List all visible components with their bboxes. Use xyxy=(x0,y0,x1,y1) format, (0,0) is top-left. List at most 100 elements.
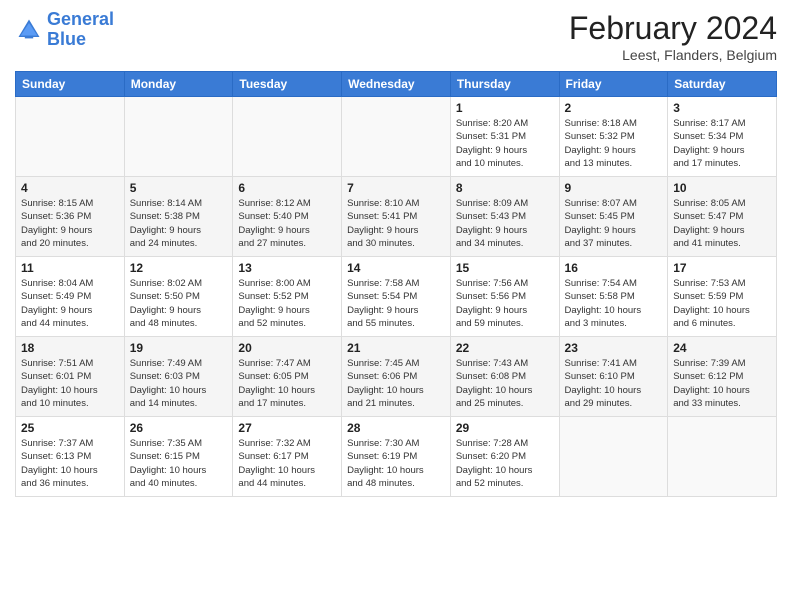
calendar-cell: 11 Sunrise: 8:04 AM Sunset: 5:49 PM Dayli… xyxy=(16,257,125,337)
calendar-header-sunday: Sunday xyxy=(16,72,125,97)
day-info: Sunrise: 7:30 AM Sunset: 6:19 PM Dayligh… xyxy=(347,437,445,490)
calendar-week-row: 18 Sunrise: 7:51 AM Sunset: 6:01 PM Dayli… xyxy=(16,337,777,417)
day-number: 14 xyxy=(347,261,445,275)
calendar-header-wednesday: Wednesday xyxy=(342,72,451,97)
day-number: 12 xyxy=(130,261,228,275)
calendar-cell: 17 Sunrise: 7:53 AM Sunset: 5:59 PM Dayli… xyxy=(668,257,777,337)
day-info: Sunrise: 8:14 AM Sunset: 5:38 PM Dayligh… xyxy=(130,197,228,250)
day-info: Sunrise: 8:17 AM Sunset: 5:34 PM Dayligh… xyxy=(673,117,771,170)
calendar-week-row: 4 Sunrise: 8:15 AM Sunset: 5:36 PM Daylig… xyxy=(16,177,777,257)
calendar-week-row: 25 Sunrise: 7:37 AM Sunset: 6:13 PM Dayli… xyxy=(16,417,777,497)
day-info: Sunrise: 7:47 AM Sunset: 6:05 PM Dayligh… xyxy=(238,357,336,410)
calendar-table: SundayMondayTuesdayWednesdayThursdayFrid… xyxy=(15,71,777,497)
calendar-cell: 5 Sunrise: 8:14 AM Sunset: 5:38 PM Daylig… xyxy=(124,177,233,257)
logo-text: General Blue xyxy=(47,10,114,50)
day-info: Sunrise: 7:41 AM Sunset: 6:10 PM Dayligh… xyxy=(565,357,663,410)
logo: General Blue xyxy=(15,10,114,50)
calendar-header-thursday: Thursday xyxy=(450,72,559,97)
calendar-cell: 7 Sunrise: 8:10 AM Sunset: 5:41 PM Daylig… xyxy=(342,177,451,257)
day-info: Sunrise: 7:56 AM Sunset: 5:56 PM Dayligh… xyxy=(456,277,554,330)
calendar-cell: 21 Sunrise: 7:45 AM Sunset: 6:06 PM Dayli… xyxy=(342,337,451,417)
calendar-cell: 3 Sunrise: 8:17 AM Sunset: 5:34 PM Daylig… xyxy=(668,97,777,177)
day-number: 6 xyxy=(238,181,336,195)
day-number: 26 xyxy=(130,421,228,435)
calendar-cell xyxy=(559,417,668,497)
calendar-cell: 27 Sunrise: 7:32 AM Sunset: 6:17 PM Dayli… xyxy=(233,417,342,497)
day-number: 16 xyxy=(565,261,663,275)
day-number: 23 xyxy=(565,341,663,355)
day-number: 22 xyxy=(456,341,554,355)
calendar-header-saturday: Saturday xyxy=(668,72,777,97)
calendar-cell: 18 Sunrise: 7:51 AM Sunset: 6:01 PM Dayli… xyxy=(16,337,125,417)
day-info: Sunrise: 7:28 AM Sunset: 6:20 PM Dayligh… xyxy=(456,437,554,490)
calendar-cell xyxy=(342,97,451,177)
calendar-header-row: SundayMondayTuesdayWednesdayThursdayFrid… xyxy=(16,72,777,97)
day-info: Sunrise: 8:18 AM Sunset: 5:32 PM Dayligh… xyxy=(565,117,663,170)
calendar-cell: 12Sunrise: 8:02 AM Sunset: 5:50 PM Dayli… xyxy=(124,257,233,337)
calendar-cell: 29 Sunrise: 7:28 AM Sunset: 6:20 PM Dayli… xyxy=(450,417,559,497)
day-number: 25 xyxy=(21,421,119,435)
calendar-header-friday: Friday xyxy=(559,72,668,97)
day-info: Sunrise: 8:09 AM Sunset: 5:43 PM Dayligh… xyxy=(456,197,554,250)
logo-general: General xyxy=(47,9,114,29)
day-number: 10 xyxy=(673,181,771,195)
day-number: 19 xyxy=(130,341,228,355)
day-number: 3 xyxy=(673,101,771,115)
day-number: 21 xyxy=(347,341,445,355)
page: General Blue February 2024 Leest, Flande… xyxy=(0,0,792,612)
calendar-cell: 14Sunrise: 7:58 AM Sunset: 5:54 PM Dayli… xyxy=(342,257,451,337)
day-number: 2 xyxy=(565,101,663,115)
calendar-cell xyxy=(233,97,342,177)
calendar-cell xyxy=(16,97,125,177)
day-number: 15 xyxy=(456,261,554,275)
calendar-cell: 2 Sunrise: 8:18 AM Sunset: 5:32 PM Daylig… xyxy=(559,97,668,177)
day-number: 24 xyxy=(673,341,771,355)
day-info: Sunrise: 8:00 AM Sunset: 5:52 PM Dayligh… xyxy=(238,277,336,330)
day-number: 17 xyxy=(673,261,771,275)
day-number: 29 xyxy=(456,421,554,435)
day-number: 5 xyxy=(130,181,228,195)
day-info: Sunrise: 8:05 AM Sunset: 5:47 PM Dayligh… xyxy=(673,197,771,250)
day-number: 7 xyxy=(347,181,445,195)
day-info: Sunrise: 7:37 AM Sunset: 6:13 PM Dayligh… xyxy=(21,437,119,490)
day-info: Sunrise: 8:12 AM Sunset: 5:40 PM Dayligh… xyxy=(238,197,336,250)
calendar-cell: 15 Sunrise: 7:56 AM Sunset: 5:56 PM Dayli… xyxy=(450,257,559,337)
day-info: Sunrise: 7:45 AM Sunset: 6:06 PM Dayligh… xyxy=(347,357,445,410)
day-number: 1 xyxy=(456,101,554,115)
calendar-cell: 8Sunrise: 8:09 AM Sunset: 5:43 PM Daylig… xyxy=(450,177,559,257)
day-number: 4 xyxy=(21,181,119,195)
calendar-cell: 19 Sunrise: 7:49 AM Sunset: 6:03 PM Dayli… xyxy=(124,337,233,417)
calendar-cell: 25 Sunrise: 7:37 AM Sunset: 6:13 PM Dayli… xyxy=(16,417,125,497)
day-number: 18 xyxy=(21,341,119,355)
calendar-cell: 16Sunrise: 7:54 AM Sunset: 5:58 PM Dayli… xyxy=(559,257,668,337)
title-block: February 2024 Leest, Flanders, Belgium xyxy=(569,10,777,63)
day-info: Sunrise: 7:32 AM Sunset: 6:17 PM Dayligh… xyxy=(238,437,336,490)
calendar-cell: 23 Sunrise: 7:41 AM Sunset: 6:10 PM Dayli… xyxy=(559,337,668,417)
day-number: 27 xyxy=(238,421,336,435)
day-info: Sunrise: 7:51 AM Sunset: 6:01 PM Dayligh… xyxy=(21,357,119,410)
day-info: Sunrise: 8:04 AM Sunset: 5:49 PM Dayligh… xyxy=(21,277,119,330)
day-info: Sunrise: 7:53 AM Sunset: 5:59 PM Dayligh… xyxy=(673,277,771,330)
header: General Blue February 2024 Leest, Flande… xyxy=(15,10,777,63)
day-number: 28 xyxy=(347,421,445,435)
calendar-cell: 1 Sunrise: 8:20 AM Sunset: 5:31 PM Daylig… xyxy=(450,97,559,177)
day-info: Sunrise: 7:39 AM Sunset: 6:12 PM Dayligh… xyxy=(673,357,771,410)
calendar-header-tuesday: Tuesday xyxy=(233,72,342,97)
calendar-cell: 4 Sunrise: 8:15 AM Sunset: 5:36 PM Daylig… xyxy=(16,177,125,257)
calendar-cell: 28 Sunrise: 7:30 AM Sunset: 6:19 PM Dayli… xyxy=(342,417,451,497)
calendar-header-monday: Monday xyxy=(124,72,233,97)
day-info: Sunrise: 7:49 AM Sunset: 6:03 PM Dayligh… xyxy=(130,357,228,410)
day-info: Sunrise: 8:15 AM Sunset: 5:36 PM Dayligh… xyxy=(21,197,119,250)
day-info: Sunrise: 8:07 AM Sunset: 5:45 PM Dayligh… xyxy=(565,197,663,250)
day-info: Sunrise: 7:35 AM Sunset: 6:15 PM Dayligh… xyxy=(130,437,228,490)
calendar-cell: 22 Sunrise: 7:43 AM Sunset: 6:08 PM Dayli… xyxy=(450,337,559,417)
logo-blue: Blue xyxy=(47,29,86,49)
day-info: Sunrise: 8:20 AM Sunset: 5:31 PM Dayligh… xyxy=(456,117,554,170)
day-number: 11 xyxy=(21,261,119,275)
day-number: 13 xyxy=(238,261,336,275)
day-info: Sunrise: 8:10 AM Sunset: 5:41 PM Dayligh… xyxy=(347,197,445,250)
calendar-week-row: 1 Sunrise: 8:20 AM Sunset: 5:31 PM Daylig… xyxy=(16,97,777,177)
day-info: Sunrise: 7:43 AM Sunset: 6:08 PM Dayligh… xyxy=(456,357,554,410)
calendar-cell: 24 Sunrise: 7:39 AM Sunset: 6:12 PM Dayli… xyxy=(668,337,777,417)
day-number: 9 xyxy=(565,181,663,195)
